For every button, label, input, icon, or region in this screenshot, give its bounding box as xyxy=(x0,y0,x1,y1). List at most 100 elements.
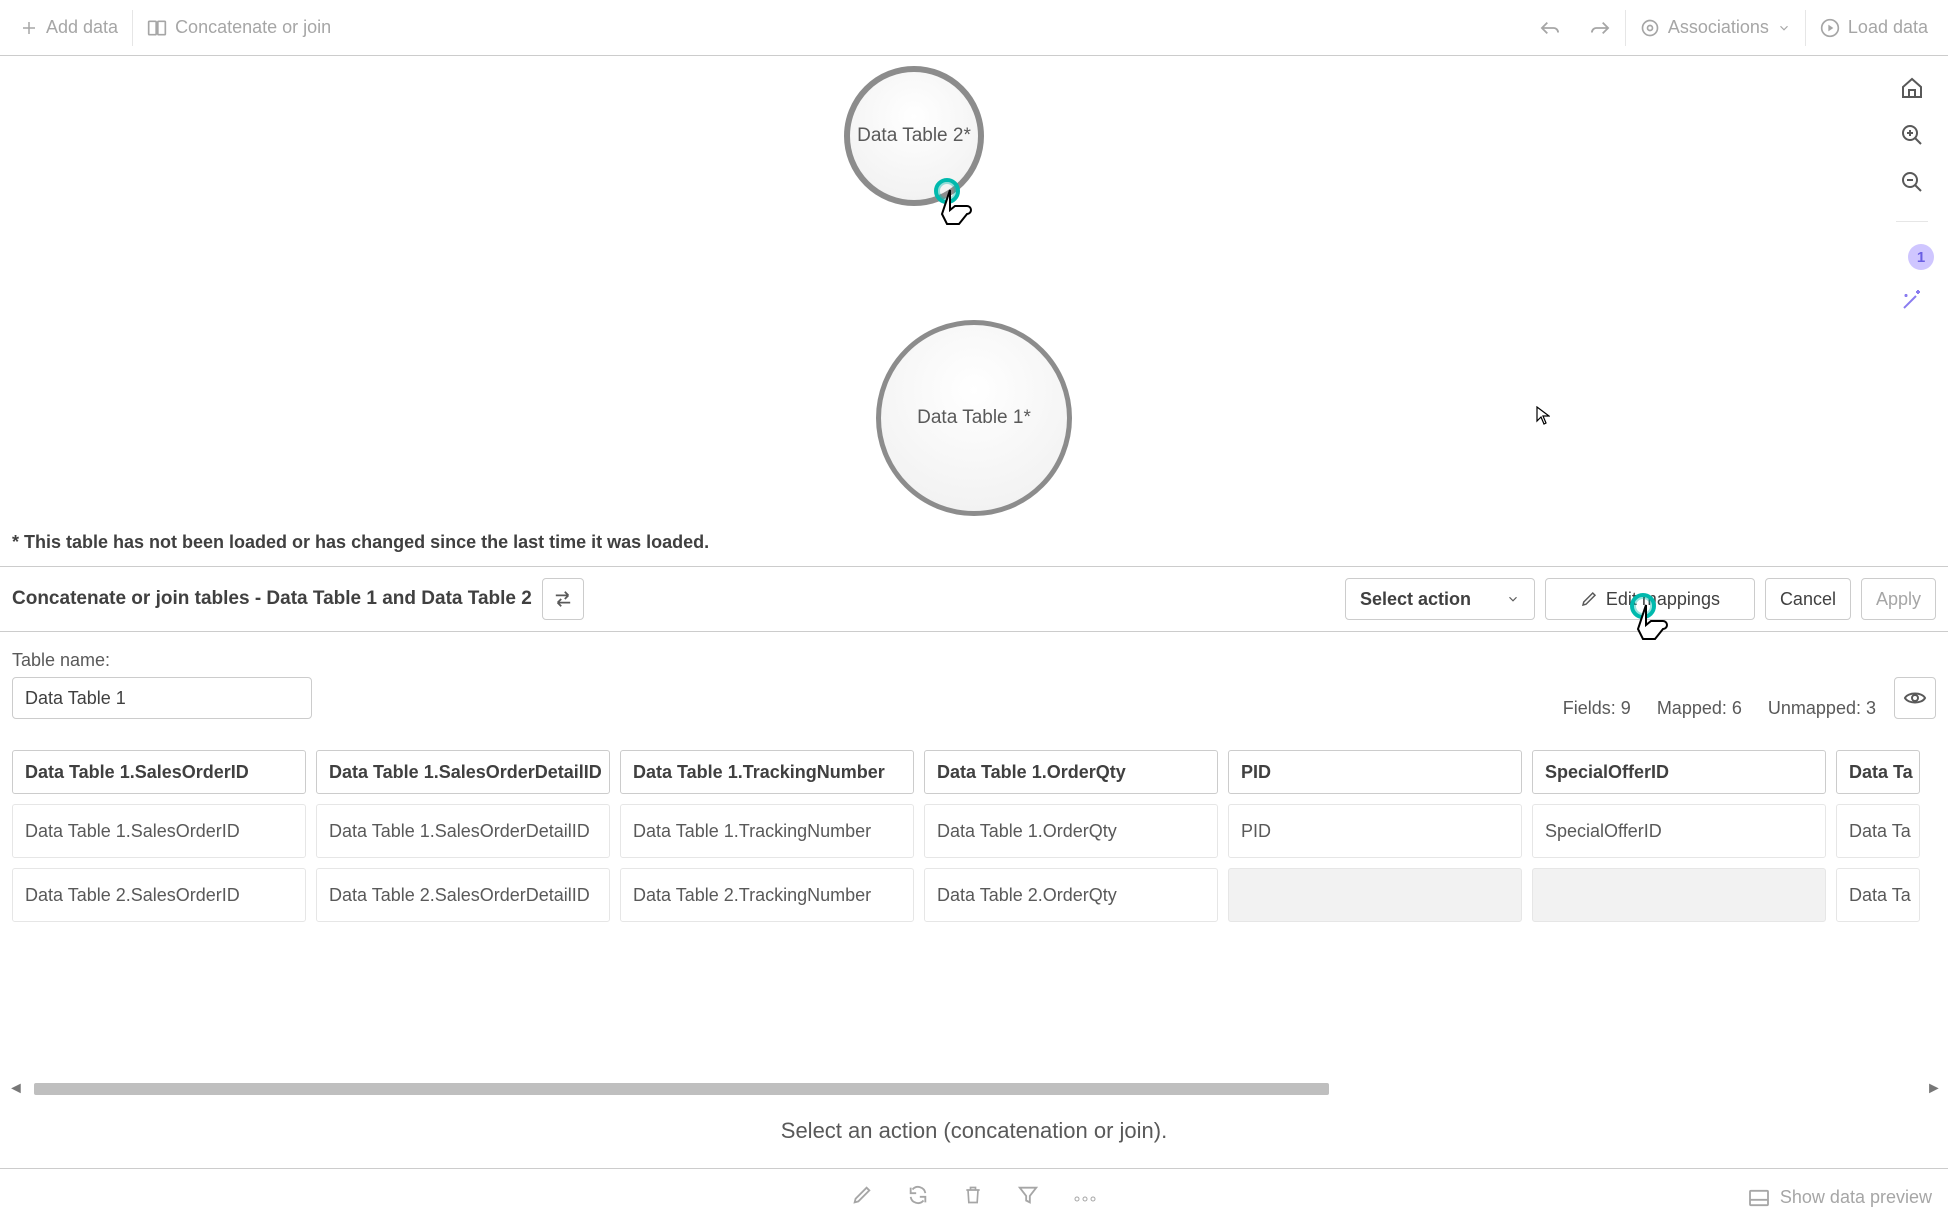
home-button[interactable] xyxy=(1900,76,1924,105)
redo-button[interactable] xyxy=(1575,0,1625,55)
associations-button[interactable]: Associations xyxy=(1626,0,1805,55)
unloaded-note: * This table has not been loaded or has … xyxy=(12,532,709,553)
play-circle-icon xyxy=(1820,18,1840,38)
redo-icon xyxy=(1589,19,1611,37)
apply-label: Apply xyxy=(1876,589,1921,610)
canvas-tools: 1 xyxy=(1890,76,1934,317)
table-bubble-data-table-2[interactable]: Data Table 2* xyxy=(844,66,984,206)
column-header[interactable]: PID xyxy=(1228,750,1522,794)
column-header[interactable]: Data Table 1.OrderQty xyxy=(924,750,1218,794)
magic-wand-button[interactable] xyxy=(1900,288,1924,317)
more-tool[interactable] xyxy=(1073,1187,1097,1208)
mapping-cell[interactable]: Data Table 2.SalesOrderID xyxy=(12,868,306,922)
show-data-preview-button[interactable]: Show data preview xyxy=(1748,1187,1932,1208)
mapping-column: Data Table 1.OrderQty Data Table 1.OrderQ… xyxy=(924,750,1218,922)
mapping-column: Data Table 1.SalesOrderDetailID Data Tabl… xyxy=(316,750,610,922)
select-action-dropdown[interactable]: Select action xyxy=(1345,578,1535,620)
trash-icon xyxy=(963,1184,983,1206)
more-icon xyxy=(1073,1195,1097,1203)
home-icon xyxy=(1900,76,1924,100)
wand-icon xyxy=(1900,288,1924,312)
top-toolbar: Add data Concatenate or join Association… xyxy=(0,0,1948,56)
mapping-cell[interactable]: Data Table 2.SalesOrderDetailID xyxy=(316,868,610,922)
mapping-column: PID PID xyxy=(1228,750,1522,922)
column-header[interactable]: SpecialOfferID xyxy=(1532,750,1826,794)
zoom-in-button[interactable] xyxy=(1900,123,1924,152)
mapping-stats: Fields: 9 Mapped: 6 Unmapped: 3 xyxy=(1563,698,1876,719)
recommendation-badge[interactable]: 1 xyxy=(1908,244,1934,270)
delete-tool[interactable] xyxy=(963,1184,983,1211)
mapping-cell[interactable]: Data Table 1.OrderQty xyxy=(924,804,1218,858)
caret-down-icon xyxy=(1506,592,1520,606)
undo-button[interactable] xyxy=(1525,0,1575,55)
table-name-row: Table name: Fields: 9 Mapped: 6 Unmapped… xyxy=(12,650,1936,719)
mapping-cell[interactable]: Data Table 1.SalesOrderDetailID xyxy=(316,804,610,858)
pencil-icon xyxy=(851,1184,873,1206)
concat-icon xyxy=(147,19,167,37)
apply-button: Apply xyxy=(1861,578,1936,620)
swap-icon xyxy=(552,590,574,608)
scroll-left-arrow[interactable]: ◄ xyxy=(8,1080,22,1098)
zoom-in-icon xyxy=(1900,123,1924,147)
scroll-track[interactable] xyxy=(22,1083,1926,1095)
bubble-label: Data Table 1* xyxy=(917,407,1031,429)
mapping-column: Data Table 1.TrackingNumber Data Table 1.… xyxy=(620,750,914,922)
add-data-label: Add data xyxy=(46,17,118,38)
fields-value: 9 xyxy=(1621,698,1631,718)
scroll-right-arrow[interactable]: ► xyxy=(1926,1080,1940,1098)
table-name-label: Table name: xyxy=(12,650,312,671)
column-header[interactable]: Data Table 1.SalesOrderID xyxy=(12,750,306,794)
load-data-button[interactable]: Load data xyxy=(1806,0,1942,55)
column-header[interactable]: Data Ta xyxy=(1836,750,1920,794)
zoom-out-icon xyxy=(1900,170,1924,194)
mapping-column: Data Table 1.SalesOrderID Data Table 1.Sa… xyxy=(12,750,306,922)
filter-tool[interactable] xyxy=(1017,1184,1039,1211)
plus-icon xyxy=(20,19,38,37)
unmapped-label: Unmapped: xyxy=(1768,698,1861,718)
column-header[interactable]: Data Table 1.SalesOrderDetailID xyxy=(316,750,610,794)
mapping-cell[interactable]: Data Table 2.OrderQty xyxy=(924,868,1218,922)
tools-divider xyxy=(1896,221,1928,222)
toggle-preview-button[interactable] xyxy=(1894,677,1936,719)
grid-scrollbar[interactable]: ◄ ► xyxy=(8,1080,1940,1098)
cancel-button[interactable]: Cancel xyxy=(1765,578,1851,620)
mapping-cell[interactable] xyxy=(1532,868,1826,922)
mapping-cell[interactable] xyxy=(1228,868,1522,922)
mapping-cell[interactable]: PID xyxy=(1228,804,1522,858)
chevron-down-icon xyxy=(1777,21,1791,35)
actionbar-title: Concatenate or join tables - Data Table … xyxy=(12,588,532,610)
mapping-column: Data Ta Data Ta Data Ta xyxy=(1836,750,1920,922)
edit-mappings-label: Edit mappings xyxy=(1606,589,1720,610)
eye-icon xyxy=(1903,689,1927,707)
table-name-input[interactable] xyxy=(12,677,312,719)
mapping-cell[interactable]: SpecialOfferID xyxy=(1532,804,1826,858)
mapped-label: Mapped: xyxy=(1657,698,1727,718)
undo-icon xyxy=(1539,19,1561,37)
zoom-out-button[interactable] xyxy=(1900,170,1924,199)
refresh-icon xyxy=(907,1184,929,1206)
table-bubble-data-table-1[interactable]: Data Table 1* xyxy=(876,320,1072,516)
panel-icon xyxy=(1748,1189,1770,1207)
mapping-cell[interactable]: Data Ta xyxy=(1836,804,1920,858)
action-hint: Select an action (concatenation or join)… xyxy=(0,1118,1948,1144)
load-data-label: Load data xyxy=(1848,17,1928,38)
mapping-cell[interactable]: Data Ta xyxy=(1836,868,1920,922)
cancel-label: Cancel xyxy=(1780,589,1836,610)
concatenate-join-button[interactable]: Concatenate or join xyxy=(133,0,345,55)
mouse-cursor xyxy=(1536,406,1550,431)
edit-tool[interactable] xyxy=(851,1184,873,1211)
mapping-cell[interactable]: Data Table 1.TrackingNumber xyxy=(620,804,914,858)
select-action-label: Select action xyxy=(1360,589,1471,610)
scroll-thumb[interactable] xyxy=(34,1083,1329,1095)
add-data-button[interactable]: Add data xyxy=(6,0,132,55)
swap-tables-button[interactable] xyxy=(542,578,584,620)
association-canvas[interactable]: Data Table 2* Data Table 1* xyxy=(0,56,1948,556)
bottom-toolbar: Show data preview xyxy=(0,1168,1948,1226)
mapping-cell[interactable]: Data Table 1.SalesOrderID xyxy=(12,804,306,858)
pencil-icon xyxy=(1580,590,1598,608)
column-header[interactable]: Data Table 1.TrackingNumber xyxy=(620,750,914,794)
edit-mappings-button[interactable]: Edit mappings xyxy=(1545,578,1755,620)
refresh-tool[interactable] xyxy=(907,1184,929,1211)
mapping-cell[interactable]: Data Table 2.TrackingNumber xyxy=(620,868,914,922)
bubble-label: Data Table 2* xyxy=(857,125,971,147)
